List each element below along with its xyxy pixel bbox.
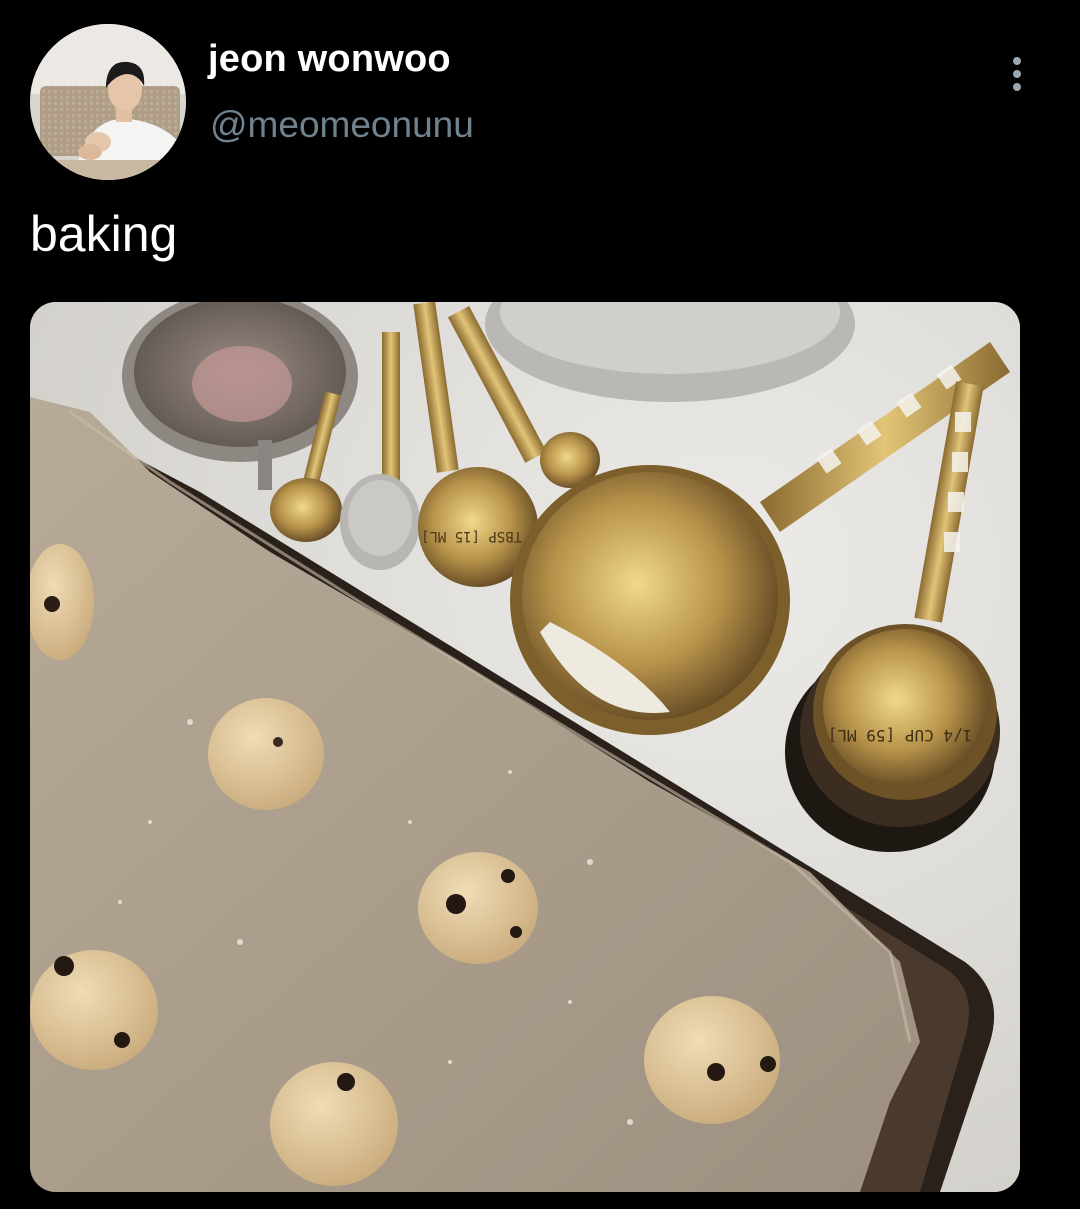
vertical-ellipsis-icon: [1013, 57, 1021, 65]
avatar-photo: [30, 24, 186, 180]
tbsp-engraving: 1 TBSP [15 ML]: [421, 528, 539, 544]
author-avatar[interactable]: [30, 24, 186, 180]
author-display-name[interactable]: jeon wonwoo: [208, 38, 451, 81]
vertical-ellipsis-icon-dot: [1013, 83, 1021, 91]
more-options-button[interactable]: [1000, 50, 1034, 98]
tweet-text: baking: [30, 206, 178, 262]
tweet-media-photo[interactable]: 1 TBSP [15 ML] 1/4 CUP [59 ML]: [30, 302, 1020, 1192]
author-handle[interactable]: @meomeonunu: [210, 104, 474, 146]
quarter-cup-engraving: 1/4 CUP [59 ML]: [828, 726, 973, 745]
vertical-ellipsis-icon-dot: [1013, 70, 1021, 78]
baking-photo: 1 TBSP [15 ML] 1/4 CUP [59 ML]: [30, 302, 1020, 1192]
